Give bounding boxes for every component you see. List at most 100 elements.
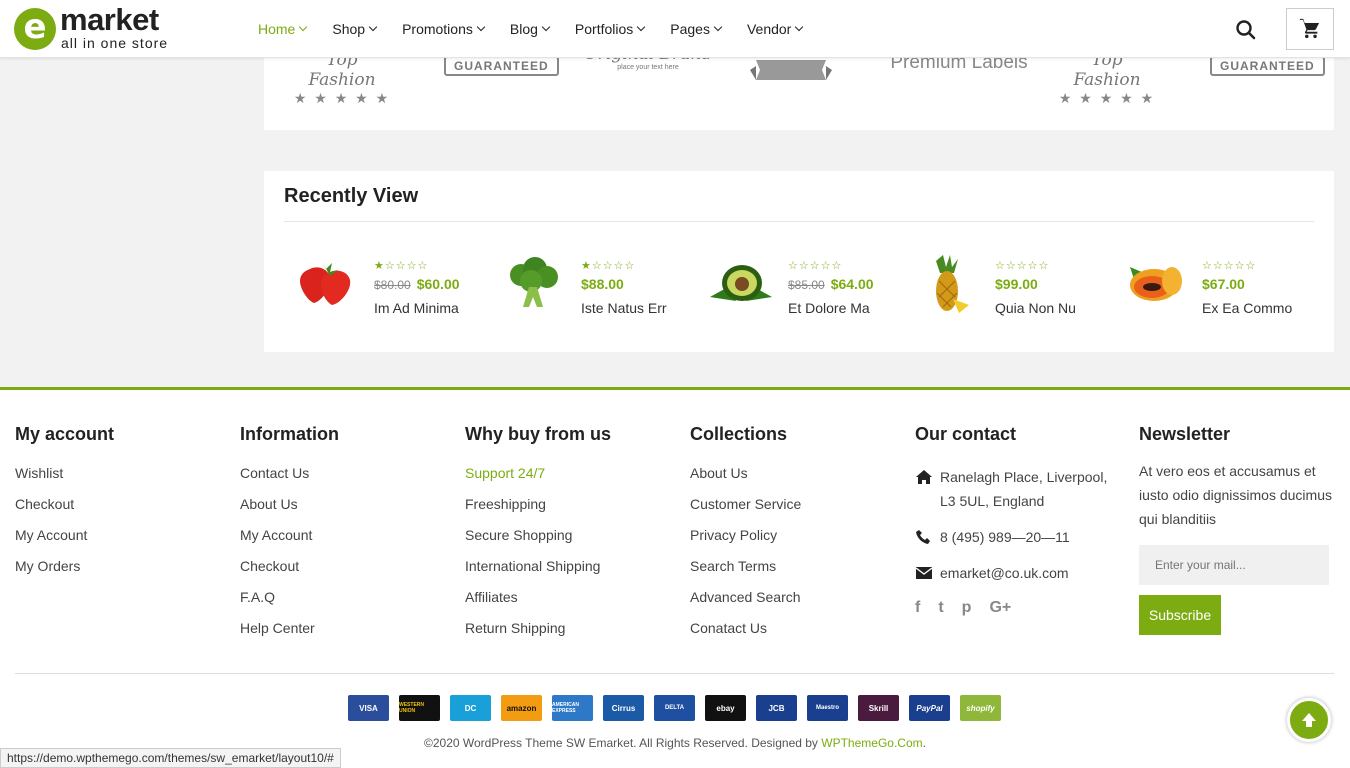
footer-link[interactable]: Search Terms bbox=[690, 558, 801, 589]
product-card[interactable]: ★☆☆☆☆ $80.00 $60.00 Im Ad Minima bbox=[284, 247, 484, 327]
footer-link[interactable]: International Shipping bbox=[465, 558, 611, 589]
nav-label: Pages bbox=[670, 21, 710, 37]
brand-text: GUARANTEED bbox=[1210, 56, 1325, 76]
cirrus-icon: Cirrus bbox=[603, 695, 644, 721]
product-name[interactable]: Ex Ea Commo bbox=[1202, 300, 1292, 316]
footer-link[interactable]: F.A.Q bbox=[240, 589, 339, 620]
contact-email[interactable]: emarket@co.uk.com bbox=[915, 561, 1115, 585]
logo-mark: e bbox=[14, 8, 56, 50]
footer-link[interactable]: Support 24/7 bbox=[465, 465, 611, 496]
nav-item-blog[interactable]: Blog bbox=[510, 0, 551, 58]
rating-stars-icon: ★☆☆☆☆ bbox=[374, 260, 429, 272]
footer-link[interactable]: Contact Us bbox=[240, 465, 339, 496]
home-icon bbox=[916, 470, 932, 484]
contact-email-text: emarket@co.uk.com bbox=[940, 565, 1069, 581]
avocado-icon bbox=[710, 265, 772, 301]
contact-phone-text: 8 (495) 989—20—11 bbox=[940, 529, 1070, 545]
footer-link[interactable]: Privacy Policy bbox=[690, 527, 801, 558]
footer-link[interactable]: Checkout bbox=[15, 496, 114, 527]
logo[interactable]: e market all in one store bbox=[14, 2, 184, 52]
search-button[interactable] bbox=[1232, 16, 1260, 44]
footer-link[interactable]: Conatact Us bbox=[690, 620, 801, 651]
footer-col-collections: Collections About Us Customer Service Pr… bbox=[690, 424, 801, 651]
nav-item-home[interactable]: Home bbox=[258, 0, 308, 58]
footer-link[interactable]: Freeshipping bbox=[465, 496, 611, 527]
footer-heading: Newsletter bbox=[1139, 424, 1231, 444]
papaya-icon bbox=[1130, 267, 1182, 301]
facebook-icon[interactable]: f bbox=[915, 599, 920, 617]
subscribe-button[interactable]: Subscribe bbox=[1139, 595, 1221, 635]
product-card[interactable]: ☆☆☆☆☆ $67.00 Ex Ea Commo bbox=[1112, 247, 1312, 327]
chevron-down-icon bbox=[299, 22, 308, 32]
footer-col-newsletter: Newsletter At vero eos et accusamus et i… bbox=[1139, 424, 1334, 635]
pinterest-icon[interactable]: p bbox=[962, 599, 972, 617]
nav-label: Promotions bbox=[402, 21, 473, 37]
rating-stars-icon: ☆☆☆☆☆ bbox=[788, 260, 843, 272]
footer-link[interactable]: My Account bbox=[240, 527, 339, 558]
price: $99.00 bbox=[995, 276, 1038, 292]
chevron-down-icon bbox=[476, 22, 486, 32]
nav-item-pages[interactable]: Pages bbox=[670, 0, 723, 58]
brand-logo[interactable]: GUARANTEED bbox=[444, 56, 559, 104]
footer-link[interactable]: Help Center bbox=[240, 620, 339, 651]
copyright-end: . bbox=[922, 736, 926, 750]
old-price: $85.00 bbox=[788, 278, 825, 292]
skrill-icon: Skrill bbox=[858, 695, 899, 721]
twitter-icon[interactable]: t bbox=[938, 599, 943, 617]
nav-item-promotions[interactable]: Promotions bbox=[402, 0, 486, 58]
newsletter-email-input[interactable] bbox=[1139, 545, 1329, 585]
footer-link[interactable]: Secure Shopping bbox=[465, 527, 611, 558]
footer-heading: Our contact bbox=[915, 424, 1017, 444]
footer-link[interactable]: About Us bbox=[690, 465, 801, 496]
footer-link[interactable]: My Account bbox=[15, 527, 114, 558]
section-title: Recently View bbox=[284, 185, 419, 207]
rating-stars-icon: ☆☆☆☆☆ bbox=[995, 260, 1050, 272]
footer-link[interactable]: Wishlist bbox=[15, 465, 114, 496]
footer-link[interactable]: About Us bbox=[240, 496, 339, 527]
jcb-icon: JCB bbox=[756, 695, 797, 721]
footer-col-contact: Our contact Ranelagh Place, Liverpool, L… bbox=[915, 424, 1115, 617]
chevron-down-icon bbox=[713, 22, 723, 32]
diners-club-icon: DC bbox=[450, 695, 491, 721]
nav-item-shop[interactable]: Shop bbox=[332, 0, 378, 58]
brand-logo[interactable]: GUARANTEED bbox=[1210, 56, 1325, 104]
product-name[interactable]: Quia Non Nu bbox=[995, 300, 1076, 316]
amex-icon: AMERICAN EXPRESS bbox=[552, 695, 593, 721]
nav-item-vendor[interactable]: Vendor bbox=[747, 0, 804, 58]
newsletter-text: At vero eos et accusamus et iusto odio d… bbox=[1139, 463, 1332, 527]
old-price: $80.00 bbox=[374, 278, 411, 292]
nav-label: Shop bbox=[332, 21, 366, 37]
product-card[interactable]: ☆☆☆☆☆ $99.00 Quia Non Nu bbox=[905, 247, 1105, 327]
footer-link[interactable]: Advanced Search bbox=[690, 589, 801, 620]
footer-link[interactable]: Customer Service bbox=[690, 496, 801, 527]
footer-link[interactable]: Return Shipping bbox=[465, 620, 611, 651]
designer-link[interactable]: WPThemeGo.Com bbox=[821, 736, 922, 750]
site-footer: My account Wishlist Checkout My Account … bbox=[0, 387, 1350, 768]
cart-button[interactable] bbox=[1286, 8, 1334, 50]
delta-icon: DELTA bbox=[654, 695, 695, 721]
product-info: ★☆☆☆☆ $80.00 $60.00 Im Ad Minima bbox=[374, 259, 460, 316]
product-card[interactable]: ☆☆☆☆☆ $85.00 $64.00 Et Dolore Ma bbox=[698, 247, 898, 327]
price: $88.00 bbox=[581, 276, 624, 292]
nav-item-portfolios[interactable]: Portfolios bbox=[574, 0, 646, 58]
scroll-to-top-button[interactable] bbox=[1287, 698, 1331, 742]
footer-link[interactable]: Affiliates bbox=[465, 589, 611, 620]
google-plus-icon[interactable]: G+ bbox=[989, 599, 1011, 617]
footer-link[interactable]: My Orders bbox=[15, 558, 114, 589]
stars-icon: ★ ★ ★ ★ ★ bbox=[1058, 90, 1156, 106]
nav-label: Portfolios bbox=[574, 21, 634, 37]
search-icon bbox=[1236, 20, 1256, 40]
product-name[interactable]: Et Dolore Ma bbox=[788, 300, 874, 316]
footer-heading: My account bbox=[15, 424, 115, 444]
maestro-icon: Maestro bbox=[807, 695, 848, 721]
payment-methods: VISA WESTERN UNION DC amazon AMERICAN EX… bbox=[348, 695, 1001, 721]
product-card[interactable]: ★☆☆☆☆ $88.00 Iste Natus Err bbox=[491, 247, 691, 327]
product-info: ★☆☆☆☆ $88.00 Iste Natus Err bbox=[581, 259, 667, 316]
price: $60.00 bbox=[416, 276, 460, 292]
product-name[interactable]: Im Ad Minima bbox=[374, 300, 460, 316]
amazon-icon: amazon bbox=[501, 695, 542, 721]
broccoli-icon bbox=[510, 257, 558, 307]
product-name[interactable]: Iste Natus Err bbox=[581, 300, 667, 316]
price: $64.00 bbox=[830, 276, 874, 292]
footer-link[interactable]: Checkout bbox=[240, 558, 339, 589]
